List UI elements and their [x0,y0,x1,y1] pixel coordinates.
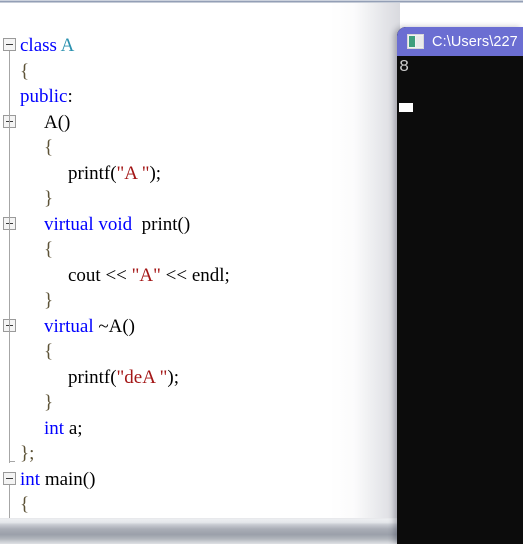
code-line[interactable]: int a; [0,416,400,442]
code-line[interactable]: class A [0,33,400,59]
code-token: cout << [68,264,132,286]
code-token: printf( [68,366,117,388]
console-title-text: C:\Users\227 [432,33,518,50]
code-token: printf( [68,162,117,184]
code-token: virtual [44,315,94,337]
console-output-area[interactable]: 8 [397,56,523,544]
code-token: A() [44,111,71,133]
code-token: }; [20,443,35,464]
code-token: "deA " [116,366,168,388]
code-line[interactable]: int main() [0,467,400,493]
code-line[interactable]: { [0,237,400,263]
cpp-source-editor[interactable]: class A{public: A(){printf("A ");} virtual… [0,3,400,518]
console-output-line: 8 [399,58,410,77]
code-text-area[interactable]: class A{public: A(){printf("A ");} virtual… [0,33,400,518]
code-line[interactable]: } [0,186,400,212]
code-token: "A " [116,162,150,184]
code-token: { [44,341,54,362]
code-token: void [98,213,133,235]
code-token: "A" [131,264,161,286]
code-line[interactable]: } [0,390,400,416]
code-token: print() [132,213,191,235]
code-token: ); [167,366,180,388]
horizontal-scrollbar-thumb[interactable] [0,524,400,540]
code-token: ); [149,162,162,184]
code-line[interactable]: } [0,288,400,314]
windows-console-window[interactable]: C:\Users\227 8 [397,27,523,544]
code-token: } [44,392,54,413]
code-line[interactable]: }; [0,441,400,467]
code-token: class [20,35,61,56]
code-line[interactable]: printf("deA "); [0,365,400,391]
console-cursor [399,103,413,112]
code-token: { [44,137,54,158]
code-line[interactable]: virtual void print() [0,212,400,238]
code-token: } [44,290,54,311]
code-token: ~A() [93,315,136,337]
code-token: A [60,35,75,56]
code-line[interactable]: { [0,339,400,365]
code-token: { [44,239,54,260]
code-token: virtual [44,213,94,235]
code-line[interactable]: A() [0,110,400,136]
code-token: a; [64,417,83,439]
code-line[interactable]: printf("A "); [0,161,400,187]
code-token: { [20,494,30,515]
app-root: class A{public: A(){printf("A ");} virtual… [0,0,523,544]
code-line[interactable]: { [0,59,400,85]
console-titlebar[interactable]: C:\Users\227 [397,27,523,56]
code-line[interactable]: { [0,135,400,161]
code-token: } [44,188,54,209]
code-line[interactable]: public: [0,84,400,110]
console-window-icon [407,34,424,49]
code-line[interactable]: virtual ~A() [0,314,400,340]
code-token: << endl; [160,264,230,286]
code-line[interactable]: cout << "A" << endl; [0,263,400,289]
code-token: main() [40,468,96,490]
code-token: int [20,468,41,490]
horizontal-scrollbar[interactable] [0,518,400,544]
code-token: public [20,86,68,107]
code-token: : [67,86,73,107]
code-token: { [20,60,30,82]
code-token: int [44,417,65,439]
code-line[interactable]: { [0,492,400,518]
